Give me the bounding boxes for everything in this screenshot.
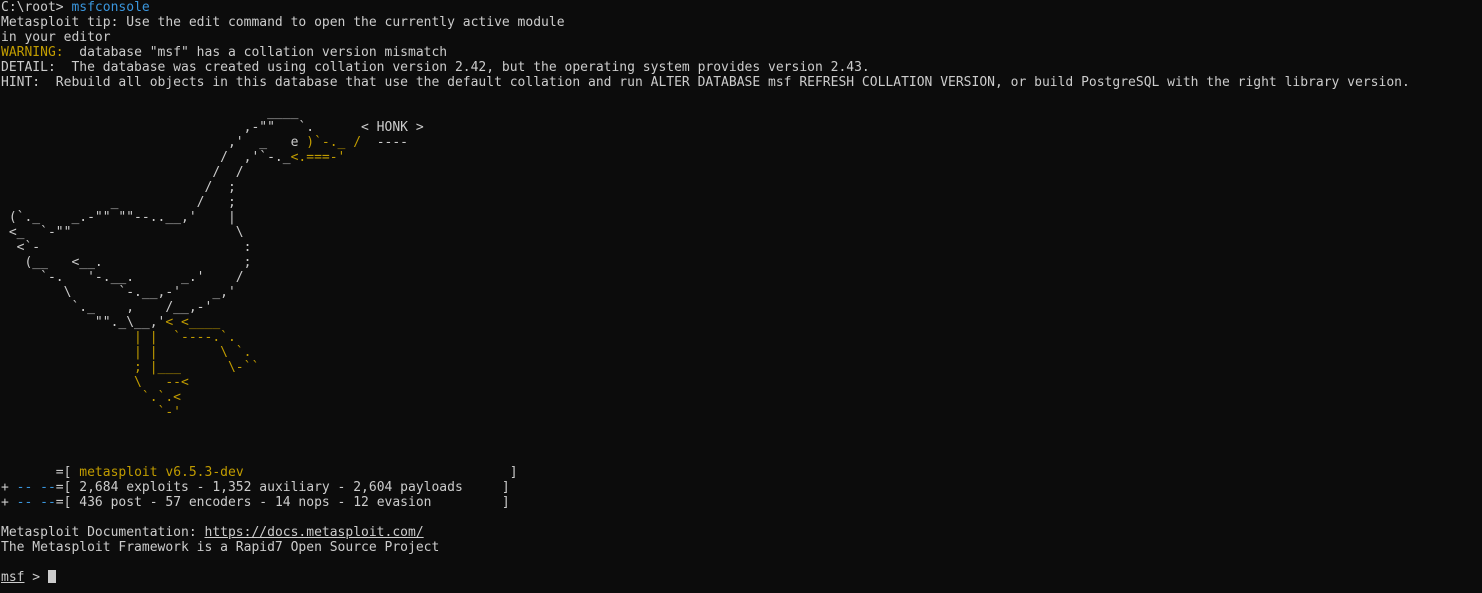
banner-line: / ; — [1, 180, 236, 195]
warning-text: database "msf" has a collation version m… — [63, 45, 448, 60]
text-cursor[interactable] — [47, 570, 56, 583]
documentation-line: Metasploit Documentation: https://docs.m… — [1, 525, 1482, 540]
msf-prompt-name: msf — [1, 570, 25, 585]
banner-line: ; |___ \-`` — [1, 360, 260, 375]
detail-line: DETAIL: The database was created using c… — [1, 60, 870, 75]
banner-line: _ / ; — [1, 195, 236, 210]
msf-prompt-line[interactable]: msf > — [1, 570, 1482, 585]
banner-line: <`- : — [1, 240, 252, 255]
banner-line: <_ `-"" \ — [1, 225, 244, 240]
banner-line: / / — [1, 165, 244, 180]
banner-line: \ --< — [1, 375, 189, 390]
banner-line: `._ , /__,-' — [1, 300, 213, 315]
banner-line: ,-"" `. < HONK > — [1, 120, 424, 135]
tip-line-2: in your editor — [1, 30, 111, 45]
framework-line: The Metasploit Framework is a Rapid7 Ope… — [1, 540, 440, 555]
version-line: =[ metasploit v6.5.3-dev ] — [1, 465, 518, 480]
command-text: msfconsole — [71, 0, 150, 15]
banner-line: / ,'`-._<.===-' — [1, 150, 346, 165]
banner-line: ____ — [1, 105, 299, 120]
banner-line: ""._\__,'< <____ — [1, 315, 221, 330]
module-counts: =[ 436 post - 57 encoders - 14 nops - 12… — [55, 495, 510, 510]
module-count-line: + -- --=[ 436 post - 57 encoders - 14 no… — [1, 495, 510, 510]
command-line: C:\root> msfconsole — [1, 0, 1482, 15]
hint-line: HINT: Rebuild all objects in this databa… — [1, 75, 1410, 90]
banner-line: ,' _ e )`-._ / ---- — [1, 135, 409, 150]
banner-line: `.`.< — [1, 390, 182, 405]
warning-line: WARNING: database "msf" has a collation … — [1, 45, 1482, 60]
goose-ascii-banner: ____ ,-"" `. < HONK > ,' _ e )`-._ / ---… — [1, 105, 1482, 420]
warning-label: WARNING: — [1, 45, 64, 60]
module-count-line: + -- --=[ 2,684 exploits - 1,352 auxilia… — [1, 480, 510, 495]
docs-link[interactable]: https://docs.metasploit.com/ — [205, 525, 424, 540]
shell-prompt: C:\root> — [1, 0, 72, 15]
banner-line: | | \ `. — [1, 345, 252, 360]
banner-line: (`._ _.-"" ""--..__,' | — [1, 210, 236, 225]
banner-line: \ `-.__,-' _,' — [1, 285, 236, 300]
tip-line-1: Metasploit tip: Use the edit command to … — [1, 15, 565, 30]
banner-line: `-. '-.__. _.' / — [1, 270, 244, 285]
metasploit-version: metasploit v6.5.3-dev — [79, 465, 244, 480]
module-counts: =[ 2,684 exploits - 1,352 auxiliary - 2,… — [55, 480, 510, 495]
docs-label: Metasploit Documentation: — [1, 525, 205, 540]
msf-prompt-sep: > — [24, 570, 48, 585]
banner-line: `-' — [1, 405, 182, 420]
terminal-window[interactable]: C:\root> msfconsole Metasploit tip: Use … — [0, 0, 1482, 593]
banner-line: | | `----.`. — [1, 330, 236, 345]
banner-line: (__ <__. ; — [1, 255, 252, 270]
